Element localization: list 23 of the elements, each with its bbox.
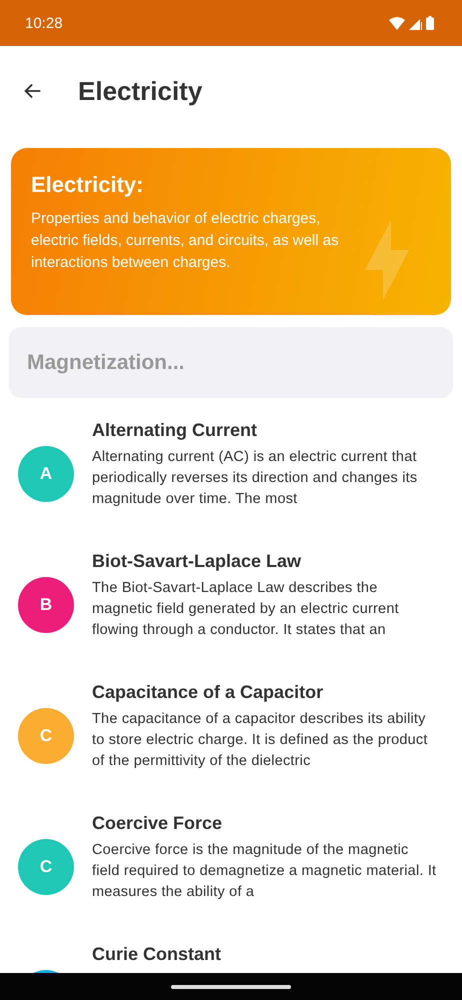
topic-description: The Biot-Savart-Laplace Law describes the magnetic field generated by an electric current flowing through a conductor. It states that an	[92, 579, 400, 640]
signal-icon	[409, 16, 422, 30]
status-time: 10:28	[25, 14, 63, 32]
topic-title[interactable]: Coercive Force	[92, 813, 437, 834]
letter-avatar: A	[18, 446, 74, 502]
topic-title[interactable]: Biot-Savart-Laplace Law	[92, 551, 437, 572]
letter-avatar: C	[18, 708, 74, 764]
letter-avatar: C	[18, 839, 74, 895]
search-field[interactable]: Magnetization...	[9, 327, 453, 398]
topic-title[interactable]: Alternating Current	[92, 420, 437, 441]
topic-description: The capacitance of a capacitor describes its ability to store electric charge. It is defined as the product of the permittivity of the dielectric	[92, 710, 429, 771]
lightning-bolt-icon	[365, 220, 409, 300]
wifi-icon	[389, 16, 405, 30]
topic-title[interactable]: Capacitance of a Capacitor	[92, 682, 437, 703]
topic-title[interactable]: Curie Constant	[92, 944, 437, 965]
home-handle[interactable]	[171, 984, 291, 988]
topic-description: Alternating current (AC) is an electric current that periodically reverses its direction and changes its magnitude over time. The most	[92, 448, 418, 509]
battery-icon	[426, 16, 434, 30]
card-title: Electricity:	[31, 172, 144, 198]
page-title: Electricity	[78, 76, 202, 106]
letter-avatar: B	[18, 577, 74, 633]
card-description: Properties and behavior of electric charges, electric fields, currents, and circuits, as well as interactions between charges.	[31, 209, 340, 273]
topic-description: Coercive force is the magnitude of the magnetic field required to demagnetize a magnetic material. It measures the ability of a	[92, 841, 437, 902]
